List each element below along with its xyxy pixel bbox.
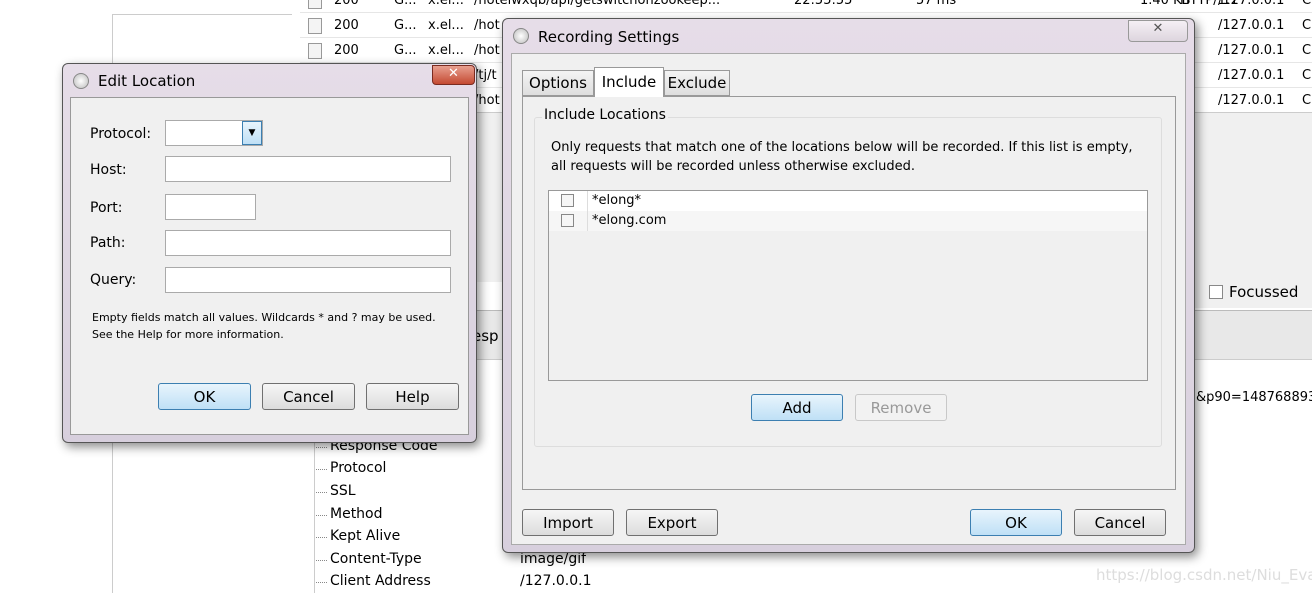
file-icon bbox=[308, 0, 322, 9]
protocol-label: Protocol: bbox=[90, 126, 152, 142]
location-checkbox[interactable] bbox=[561, 214, 574, 227]
cell-url: /hotelwxqb/api/getswitchonzookeep... bbox=[474, 0, 721, 8]
port-label: Port: bbox=[90, 200, 123, 216]
tab-panel: Include Locations Only requests that mat… bbox=[522, 96, 1176, 490]
cell-url: /tj/t bbox=[474, 68, 497, 83]
cancel-button[interactable]: Cancel bbox=[262, 383, 355, 410]
filter-bar: Focussed bbox=[1194, 280, 1312, 308]
tree-item[interactable]: SSL bbox=[316, 483, 356, 499]
app-icon bbox=[73, 73, 89, 89]
cell-client: /127.0.0.1 bbox=[1218, 93, 1285, 108]
cell-url: /hot bbox=[474, 18, 500, 33]
query-label: Query: bbox=[90, 272, 137, 288]
cell-client: /127.0.0.1 bbox=[1218, 43, 1285, 58]
cell-method: G... bbox=[394, 43, 417, 58]
path-input[interactable] bbox=[165, 230, 451, 256]
tree-item[interactable]: Protocol bbox=[315, 460, 386, 476]
cell-host: x.el... bbox=[428, 18, 464, 33]
cell-url: /hot bbox=[474, 43, 500, 58]
ok-button[interactable]: OK bbox=[158, 383, 251, 410]
list-item[interactable]: *elong* bbox=[549, 191, 1147, 211]
cell-extra: C bbox=[1302, 93, 1312, 108]
dialog-title: Recording Settings bbox=[538, 28, 680, 46]
recording-settings-dialog: Recording Settings ✕ Options Include Exc… bbox=[502, 18, 1195, 553]
cell-client: /127.0.0.1 bbox=[1218, 0, 1285, 8]
import-button[interactable]: Import bbox=[522, 509, 614, 536]
path-label: Path: bbox=[90, 235, 126, 251]
cell-duration: 57 ms bbox=[916, 0, 957, 8]
table-row[interactable]: 200 G... x.el... /hotelwxqb/api/getswitc… bbox=[300, 0, 1312, 13]
cell-method: G... bbox=[394, 18, 417, 33]
file-icon bbox=[308, 43, 322, 59]
query-input[interactable] bbox=[165, 267, 451, 293]
close-button[interactable]: ✕ bbox=[432, 65, 475, 85]
port-input[interactable] bbox=[165, 194, 256, 220]
client-address-value: /127.0.0.1 bbox=[520, 573, 592, 589]
content-type-value: image/gif bbox=[520, 551, 587, 567]
cell-client: /127.0.0.1 bbox=[1218, 18, 1285, 33]
cell-extra: C bbox=[1302, 68, 1312, 83]
remove-button[interactable]: Remove bbox=[855, 394, 947, 421]
watermark: https://blog.csdn.net/Niu_Eva bbox=[1096, 566, 1312, 584]
focussed-label: Focussed bbox=[1229, 283, 1299, 301]
tab-include[interactable]: Include bbox=[594, 67, 664, 97]
cell-host: x.el... bbox=[428, 43, 464, 58]
cancel-button[interactable]: Cancel bbox=[1074, 509, 1166, 536]
cell-result: 200 bbox=[334, 43, 359, 58]
cell-method: G... bbox=[394, 0, 417, 8]
help-button[interactable]: Help bbox=[366, 383, 459, 410]
app-icon bbox=[513, 28, 529, 44]
dialog-title: Edit Location bbox=[98, 72, 196, 90]
description-text: Only requests that match one of the loca… bbox=[551, 140, 1133, 155]
location-checkbox[interactable] bbox=[561, 194, 574, 207]
host-input[interactable] bbox=[165, 156, 451, 182]
location-pattern: *elong.com bbox=[592, 213, 667, 228]
description-text-2: all requests will be recorded unless oth… bbox=[551, 159, 915, 174]
tab-options[interactable]: Options bbox=[522, 70, 594, 96]
tree-item[interactable]: Client Address bbox=[316, 573, 431, 589]
cell-client: /127.0.0.1 bbox=[1218, 68, 1285, 83]
cell-result: 200 bbox=[334, 0, 359, 8]
group-title: Include Locations bbox=[542, 107, 668, 123]
host-label: Host: bbox=[90, 162, 127, 178]
cell-time: 22:55:55 bbox=[794, 0, 853, 8]
location-pattern: *elong* bbox=[592, 193, 642, 208]
tab-exclude[interactable]: Exclude bbox=[664, 70, 730, 96]
tree-item[interactable]: Method bbox=[316, 506, 383, 522]
export-button[interactable]: Export bbox=[626, 509, 718, 536]
close-button[interactable]: ✕ bbox=[1128, 20, 1188, 42]
hint-text: Empty fields match all values. Wildcards… bbox=[92, 311, 436, 324]
cell-extra: C bbox=[1302, 18, 1312, 33]
list-item[interactable]: *elong.com bbox=[549, 211, 1147, 231]
close-icon: ✕ bbox=[448, 66, 459, 81]
file-icon bbox=[308, 18, 322, 34]
focussed-checkbox[interactable] bbox=[1209, 285, 1223, 299]
protocol-select[interactable]: ▼ bbox=[165, 120, 263, 146]
tree-item[interactable]: Kept Alive bbox=[315, 528, 400, 544]
chevron-down-icon[interactable]: ▼ bbox=[242, 121, 262, 145]
cell-extra: C bbox=[1302, 0, 1312, 8]
tree-item[interactable]: Content-Type bbox=[316, 551, 422, 567]
cell-url: /hot bbox=[474, 93, 500, 108]
add-button[interactable]: Add bbox=[751, 394, 843, 421]
hint-text-2: See the Help for more information. bbox=[92, 328, 284, 341]
query-text: &p90=148768893 bbox=[1196, 390, 1312, 405]
locations-list: *elong* *elong.com bbox=[548, 190, 1148, 381]
cell-host: x.el... bbox=[428, 0, 464, 8]
cell-result: 200 bbox=[334, 18, 359, 33]
edit-location-dialog: Edit Location ✕ Protocol: ▼ Host: Port: … bbox=[62, 63, 477, 443]
cell-extra: C bbox=[1302, 43, 1312, 58]
ok-button[interactable]: OK bbox=[970, 509, 1062, 536]
close-icon: ✕ bbox=[1152, 21, 1164, 36]
